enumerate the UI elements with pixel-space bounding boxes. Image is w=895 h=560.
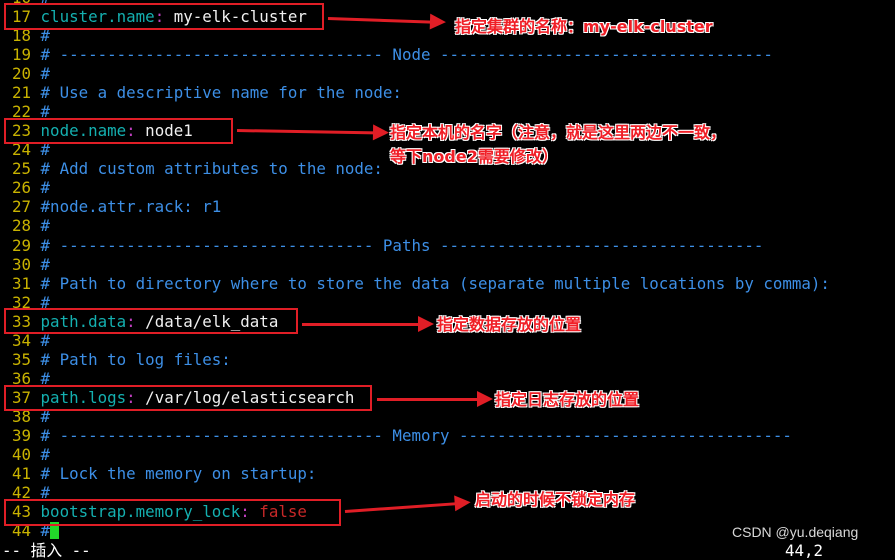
code-line[interactable]: 27 #node.attr.rack: r1 (12, 197, 221, 216)
line-number: 35 (12, 349, 32, 369)
code-token: # Lock the memory on startup: (40, 464, 317, 483)
line-number: 20 (12, 64, 32, 84)
code-token: # (40, 178, 51, 198)
line-number: 41 (12, 464, 32, 483)
annotation-cluster-name: 指定集群的名称：my-elk-cluster (455, 17, 713, 36)
highlight-box-memory-lock (4, 499, 341, 526)
code-line[interactable]: 41 # Lock the memory on startup: (12, 464, 316, 483)
annotation-path-data: 指定数据存放的位置 (437, 315, 582, 334)
line-number: 25 (12, 159, 32, 179)
annotation-node-name: 指定本机的名字（注意，就是这里两边不一致， 等下node2需要修改） (390, 123, 727, 166)
code-line[interactable]: 40 # (12, 445, 50, 464)
arrow-icon (302, 316, 434, 332)
code-line[interactable]: 35 # Path to log files: (12, 350, 231, 369)
line-number: 26 (12, 178, 32, 198)
vim-mode-indicator: -- 插入 -- (2, 541, 91, 560)
cursor-position: 44,2 (785, 541, 824, 560)
code-line[interactable]: 29 # --------------------------------- P… (12, 236, 763, 255)
code-token: # (40, 64, 51, 84)
line-number: 39 (12, 425, 32, 445)
line-number: 28 (12, 216, 32, 236)
code-token: # Add custom attributes to the node: (40, 159, 383, 179)
highlight-box-path-data (4, 308, 298, 334)
code-token: # (40, 444, 51, 464)
code-token: # ---------------------------------- Nod… (40, 45, 773, 65)
code-line[interactable]: 19 # ---------------------------------- … (12, 45, 773, 64)
code-line[interactable]: 31 # Path to directory where to store th… (12, 274, 830, 293)
code-line[interactable]: 39 # ---------------------------------- … (12, 426, 792, 445)
line-number: 27 (12, 197, 32, 217)
code-token: # (40, 254, 51, 274)
highlight-box-cluster-name (4, 3, 324, 30)
code-token: # Path to directory where to store the d… (40, 273, 830, 293)
arrow-icon (344, 502, 457, 513)
code-token: # Use a descriptive name for the node: (40, 83, 402, 103)
code-token: # --------------------------------- Path… (40, 235, 764, 255)
annotation-memory-lock: 启动的时候不锁定内存 (475, 490, 636, 509)
code-token: # (40, 216, 51, 236)
highlight-box-path-logs (4, 385, 372, 411)
arrow-icon (236, 129, 376, 135)
arrow-icon (377, 391, 493, 407)
code-line[interactable]: 26 # (12, 178, 50, 197)
code-token: # ---------------------------------- Mem… (40, 425, 792, 445)
arrow-icon (327, 17, 432, 24)
annotation-path-logs: 指定日志存放的位置 (495, 390, 640, 409)
line-number: 30 (12, 254, 32, 274)
code-line[interactable]: 25 # Add custom attributes to the node: (12, 159, 383, 178)
line-number: 21 (12, 83, 32, 103)
code-line[interactable]: 21 # Use a descriptive name for the node… (12, 83, 402, 102)
watermark: CSDN @yu.deqiang (732, 524, 859, 540)
code-line[interactable]: 30 # (12, 255, 50, 274)
code-line[interactable]: 20 # (12, 64, 50, 83)
highlight-box-node-name (4, 118, 233, 144)
line-number: 31 (12, 273, 32, 293)
line-number: 19 (12, 45, 32, 65)
line-number: 29 (12, 235, 32, 255)
line-number: 40 (12, 444, 32, 464)
code-token: #node.attr.rack: r1 (40, 197, 222, 217)
code-token: # Path to log files: (40, 349, 231, 369)
code-line[interactable]: 28 # (12, 216, 50, 235)
